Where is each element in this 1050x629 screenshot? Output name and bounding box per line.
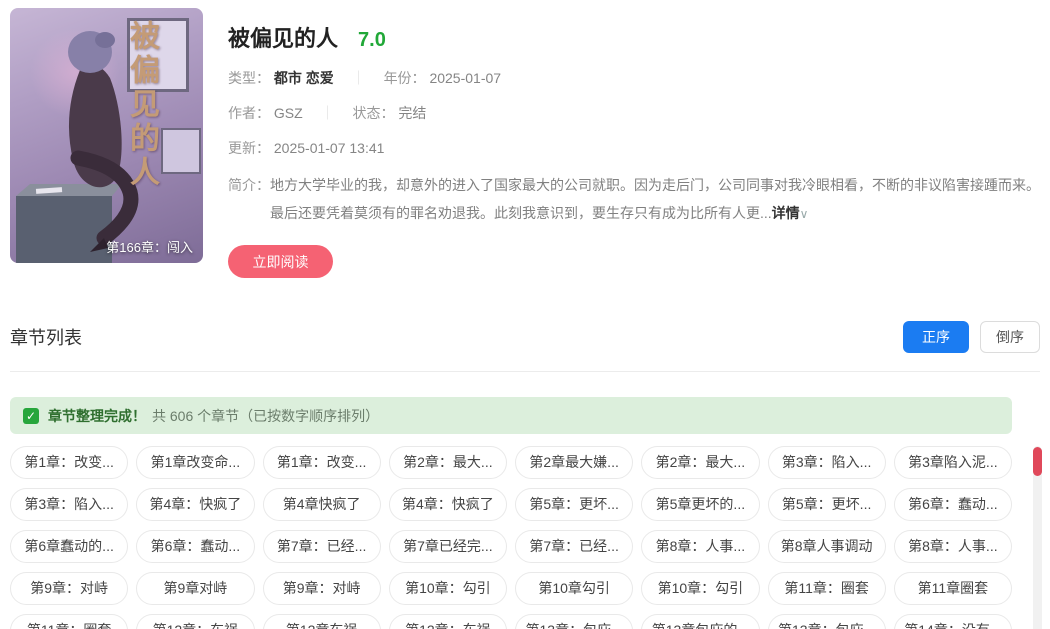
chapter-pill[interactable]: 第6章蠢动的... <box>10 530 128 563</box>
chapter-pill[interactable]: 第12章车祸 <box>263 614 381 629</box>
comic-info-section: 被偏见的人 第166章：闯入 被偏见的人 7.0 类型： 都市 恋爱 ｜ 年份：… <box>0 0 1050 278</box>
detail-link-label: 详情 <box>772 205 800 221</box>
chapters-ready-notice: ✓ 章节整理完成！ 共 606 个章节（已按数字顺序排列） <box>10 397 1012 434</box>
chapter-pill[interactable]: 第10章：勾引 <box>389 572 507 605</box>
chapter-pill[interactable]: 第4章快疯了 <box>263 488 381 521</box>
year-value: 2025-01-07 <box>429 70 501 86</box>
chapter-pill[interactable]: 第4章：快疯了 <box>136 488 254 521</box>
chapter-pill[interactable]: 第10章勾引 <box>515 572 633 605</box>
meta-line-type-year: 类型： 都市 恋爱 ｜ 年份： 2025-01-07 <box>228 68 1050 88</box>
chapter-pill[interactable]: 第13章：包庇... <box>515 614 633 629</box>
chapter-pill[interactable]: 第6章：蠢动... <box>894 488 1012 521</box>
chapter-pill[interactable]: 第7章：已经... <box>515 530 633 563</box>
chapter-pill[interactable]: 第3章：陷入... <box>768 446 886 479</box>
chapter-pill[interactable]: 第14章：没有... <box>894 614 1012 629</box>
cover-illustration <box>10 8 203 263</box>
check-icon: ✓ <box>23 408 39 424</box>
type-label: 类型： <box>228 70 270 86</box>
chapter-pill[interactable]: 第4章：快疯了 <box>389 488 507 521</box>
chapter-pill[interactable]: 第5章更坏的... <box>641 488 759 521</box>
chapter-pill[interactable]: 第9章：对峙 <box>10 572 128 605</box>
chapter-pill[interactable]: 第2章最大嫌... <box>515 446 633 479</box>
chapter-pill[interactable]: 第7章：已经... <box>263 530 381 563</box>
comic-details: 被偏见的人 7.0 类型： 都市 恋爱 ｜ 年份： 2025-01-07 作者：… <box>228 8 1050 278</box>
meta-separator: ｜ <box>352 70 366 86</box>
chapter-list-title: 章节列表 <box>10 324 82 350</box>
chapter-pill[interactable]: 第7章已经完... <box>389 530 507 563</box>
chapter-scrollbar-track[interactable] <box>1033 446 1042 629</box>
chevron-down-icon: ∨ <box>800 207 809 221</box>
chapter-pill[interactable]: 第9章对峙 <box>136 572 254 605</box>
intro-text-body: 地方大学毕业的我，却意外的进入了国家最大的公司就职。因为走后门，公司同事对我冷眼… <box>270 177 1040 221</box>
chapter-pill[interactable]: 第2章：最大... <box>389 446 507 479</box>
cover-image[interactable]: 被偏见的人 第166章：闯入 <box>10 8 203 263</box>
chapter-pill[interactable]: 第1章：改变... <box>263 446 381 479</box>
chapter-pill[interactable]: 第9章：对峙 <box>263 572 381 605</box>
meta-line-update: 更新： 2025-01-07 13:41 <box>228 138 1050 158</box>
update-label: 更新： <box>228 140 270 156</box>
update-value: 2025-01-07 13:41 <box>274 140 385 156</box>
chapter-pill[interactable]: 第13章包庇的... <box>641 614 759 629</box>
year-label: 年份： <box>384 70 426 86</box>
chapter-pill[interactable]: 第2章：最大... <box>641 446 759 479</box>
chapter-pill[interactable]: 第11章：圈套 <box>10 614 128 629</box>
meta-separator: ｜ <box>321 105 335 121</box>
chapter-list-header: 章节列表 正序 倒序 <box>0 321 1050 353</box>
chapter-pill[interactable]: 第1章：改变... <box>10 446 128 479</box>
meta-line-author-status: 作者： GSZ ｜ 状态： 完结 <box>228 103 1050 123</box>
sort-descending-button[interactable]: 倒序 <box>980 321 1040 353</box>
chapter-pill[interactable]: 第11章：圈套 <box>768 572 886 605</box>
section-divider <box>10 371 1040 372</box>
chapter-pill[interactable]: 第5章：更坏... <box>515 488 633 521</box>
chapter-pill[interactable]: 第13章：包庇... <box>768 614 886 629</box>
title-row: 被偏见的人 7.0 <box>228 21 1050 53</box>
chapter-pill[interactable]: 第6章：蠢动... <box>136 530 254 563</box>
chapter-pill[interactable]: 第10章：勾引 <box>641 572 759 605</box>
read-now-button[interactable]: 立即阅读 <box>228 245 333 278</box>
chapter-pill[interactable]: 第12章：车祸 <box>389 614 507 629</box>
chapter-pill[interactable]: 第3章陷入泥... <box>894 446 1012 479</box>
detail-expand-link[interactable]: 详情∨ <box>772 205 809 221</box>
chapter-scrollbar-thumb[interactable] <box>1033 447 1042 476</box>
chapter-pill[interactable]: 第8章：人事... <box>894 530 1012 563</box>
rating-value: 7.0 <box>358 29 386 52</box>
notice-bold-text: 章节整理完成！ <box>48 406 146 426</box>
chapter-grid: 第1章：改变... 第1章改变命... 第1章：改变... 第2章：最大... … <box>10 446 1012 629</box>
chapter-pill[interactable]: 第1章改变命... <box>136 446 254 479</box>
sort-buttons: 正序 倒序 <box>903 321 1040 353</box>
status-value: 完结 <box>398 105 426 121</box>
author-value: GSZ <box>274 105 303 121</box>
chapter-pill[interactable]: 第11章圈套 <box>894 572 1012 605</box>
chapter-pill[interactable]: 第12章：车祸 <box>136 614 254 629</box>
status-label: 状态： <box>352 105 394 121</box>
sort-ascending-button[interactable]: 正序 <box>903 321 969 353</box>
intro-label: 简介： <box>228 171 270 228</box>
notice-detail-text: 共 606 个章节（已按数字顺序排列） <box>152 406 379 426</box>
author-label: 作者： <box>228 105 270 121</box>
comic-title: 被偏见的人 <box>228 21 338 53</box>
chapter-pill[interactable]: 第8章人事调动 <box>768 530 886 563</box>
cover-vertical-title: 被偏见的人 <box>119 20 163 190</box>
chapter-pill[interactable]: 第8章：人事... <box>641 530 759 563</box>
page: 被偏见的人 第166章：闯入 被偏见的人 7.0 类型： 都市 恋爱 ｜ 年份：… <box>0 0 1050 629</box>
intro-block: 简介： 地方大学毕业的我，却意外的进入了国家最大的公司就职。因为走后门，公司同事… <box>228 171 1050 228</box>
type-value: 都市 恋爱 <box>274 70 334 86</box>
chapter-pill[interactable]: 第3章：陷入... <box>10 488 128 521</box>
intro-text: 地方大学毕业的我，却意外的进入了国家最大的公司就职。因为走后门，公司同事对我冷眼… <box>270 171 1050 228</box>
cover-latest-chapter-caption: 第166章：闯入 <box>106 237 193 256</box>
chapter-pill[interactable]: 第5章：更坏... <box>768 488 886 521</box>
chapter-list-body: ✓ 章节整理完成！ 共 606 个章节（已按数字顺序排列） 第1章：改变... … <box>10 397 1040 629</box>
